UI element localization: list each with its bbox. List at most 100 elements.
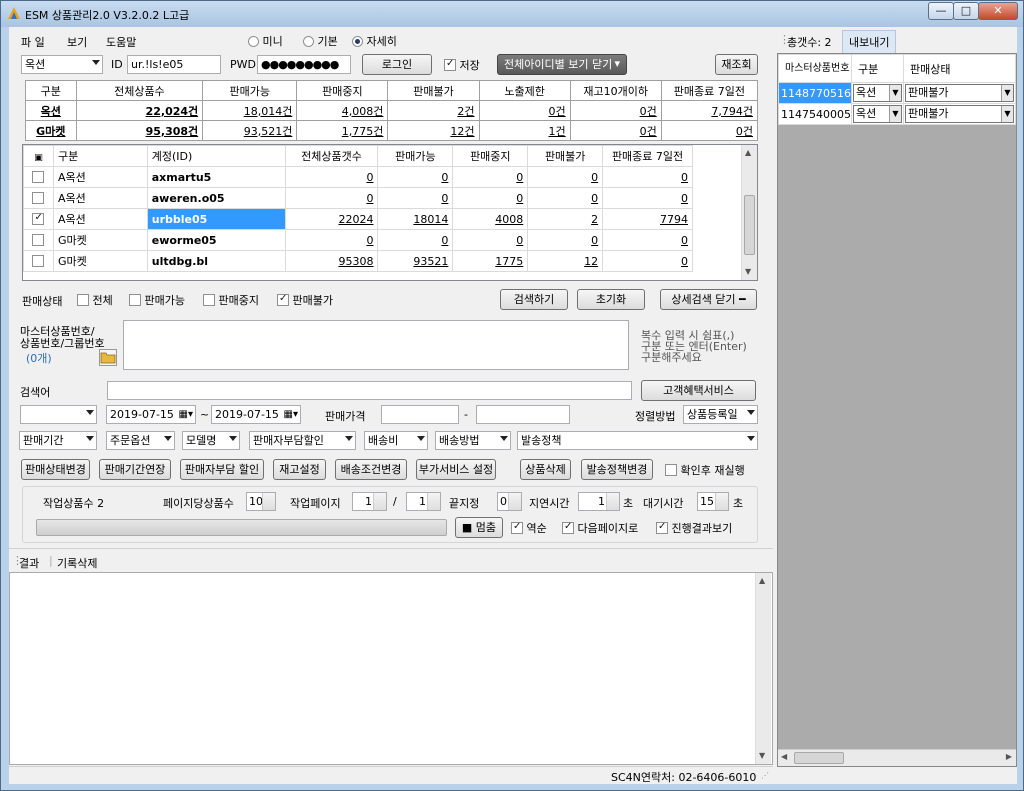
date-from-input[interactable]: 2019-07-15 ▦▾ [106, 405, 196, 424]
per-page-spinner[interactable]: 100 [246, 492, 276, 511]
account-id[interactable]: aweren.o05 [146, 187, 286, 209]
price-max-input[interactable] [476, 405, 570, 424]
scroll-thumb[interactable] [794, 752, 844, 764]
clear-log-tab[interactable]: 기록삭제 [57, 555, 97, 571]
stock-setting-button[interactable]: 재고설정 [273, 459, 326, 480]
account-ending[interactable]: 0 [602, 250, 693, 272]
right-status-cell[interactable]: 판매불가 ▼ [903, 82, 1016, 104]
account-check-cell[interactable] [23, 166, 54, 188]
summary-restricted[interactable]: 1건 [478, 120, 571, 141]
right-market-cell[interactable]: 옥션 ▼ [851, 103, 904, 125]
menu-view[interactable]: 보기 [67, 34, 87, 50]
folder-open-icon[interactable] [99, 349, 117, 366]
status-blocked[interactable]: 판매불가 [277, 292, 333, 308]
maximize-button[interactable]: □ [953, 2, 979, 20]
account-id[interactable]: axmartu5 [146, 166, 286, 188]
reset-button[interactable]: 초기화 [577, 289, 645, 310]
filter-model-name[interactable]: 모델명 [182, 431, 240, 450]
account-row[interactable]: G마켓 eworme05 0 0 0 0 0 [23, 229, 693, 251]
wait-spinner[interactable]: 15 [697, 492, 729, 511]
shipping-condition-button[interactable]: 배송조건변경 [335, 459, 407, 480]
view-mode-basic[interactable]: 기본 [303, 33, 338, 49]
account-ending[interactable]: 0 [602, 187, 693, 209]
search-button[interactable]: 검색하기 [500, 289, 568, 310]
keyword-input[interactable] [107, 381, 632, 400]
right-status-cell[interactable]: 판매불가 ▼ [903, 103, 1016, 125]
filter-shipping-method[interactable]: 배송방법 [435, 431, 511, 450]
right-row[interactable]: 1148770516 옥션 ▼ 판매불가 ▼ [778, 82, 1016, 104]
delay-spinner[interactable]: 1 [578, 492, 620, 511]
recheck-checkbox[interactable] [665, 464, 677, 476]
account-check-cell[interactable] [23, 208, 54, 230]
account-available[interactable]: 93521 [377, 250, 454, 272]
account-id[interactable]: eworme05 [146, 229, 286, 251]
filter-dispatch-policy[interactable]: 발송정책 [517, 431, 758, 450]
summary-blocked[interactable]: 2건 [387, 100, 480, 121]
chevron-down-icon[interactable]: ▼ [1001, 106, 1013, 122]
customer-benefit-button[interactable]: 고객혜택서비스 [641, 380, 756, 401]
right-hscrollbar[interactable]: ◀ ▶ [778, 749, 1016, 766]
radio-mini[interactable] [248, 36, 259, 47]
account-blocked[interactable]: 0 [527, 229, 604, 251]
save-checkbox[interactable] [444, 58, 456, 71]
summary-total[interactable]: 95,308건 [75, 120, 204, 141]
id-input[interactable]: ur.!ls!e05 [127, 55, 221, 74]
account-available[interactable]: 0 [377, 187, 454, 209]
resize-grip-icon[interactable]: ⋰ [761, 771, 769, 780]
recheck-option[interactable]: 확인후 재실행 [665, 462, 745, 478]
account-checkbox[interactable] [32, 170, 45, 183]
view-toggle-button[interactable]: 전체아이디별 보기 닫기 ▾ [497, 54, 627, 75]
account-available[interactable]: 0 [377, 229, 454, 251]
next-page-option[interactable]: 다음페이지로 [562, 520, 638, 536]
scroll-up-icon[interactable]: ▲ [759, 576, 765, 585]
result-log[interactable] [9, 572, 773, 765]
account-row[interactable]: A옥션 axmartu5 0 0 0 0 0 [23, 166, 693, 188]
account-check-cell[interactable] [23, 250, 54, 272]
date-type-select[interactable] [20, 405, 97, 424]
account-ending[interactable]: 0 [602, 229, 693, 251]
scroll-down-icon[interactable]: ▼ [759, 751, 765, 760]
summary-market[interactable]: G마켓 [25, 120, 77, 141]
account-row[interactable]: A옥션 aweren.o05 0 0 0 0 0 [23, 187, 693, 209]
summary-stopped[interactable]: 1,775건 [296, 120, 389, 141]
end-page-spinner[interactable]: 1 [406, 492, 441, 511]
price-min-input[interactable] [381, 405, 459, 424]
menu-help[interactable]: 도움말 [106, 34, 136, 50]
change-status-button[interactable]: 판매상태변경 [21, 459, 90, 480]
account-ending[interactable]: 0 [602, 166, 693, 188]
chevron-down-icon[interactable]: ▼ [889, 106, 901, 122]
account-checkbox[interactable] [32, 191, 45, 204]
scroll-right-icon[interactable]: ▶ [1006, 752, 1012, 761]
right-product-no[interactable]: 1147540005 [778, 103, 852, 125]
account-id[interactable]: ultdbg.bl [146, 250, 286, 272]
summary-low-stock[interactable]: 0건 [569, 120, 662, 141]
account-blocked[interactable]: 2 [527, 208, 604, 230]
status-available-checkbox[interactable] [129, 294, 141, 306]
summary-ending[interactable]: 0건 [660, 120, 759, 141]
right-product-no[interactable]: 1148770516 [778, 82, 852, 104]
result-scrollbar[interactable]: ▲ ▼ [755, 573, 771, 764]
filter-order-option[interactable]: 주문옵션 [106, 431, 175, 450]
detail-search-toggle[interactable]: 상세검색 닫기 ━ [660, 289, 757, 310]
account-total[interactable]: 95308 [284, 250, 379, 272]
summary-ending[interactable]: 7,794건 [660, 100, 759, 121]
reverse-option[interactable]: 역순 [511, 520, 547, 536]
sort-select[interactable]: 상품등록일 [683, 405, 758, 424]
account-stopped[interactable]: 0 [452, 229, 529, 251]
extend-period-button[interactable]: 판매기간연장 [99, 459, 171, 480]
calendar-icon[interactable]: ▦▾ [179, 408, 193, 421]
date-to-input[interactable]: 2019-07-15 ▦▾ [211, 405, 301, 424]
status-blocked-checkbox[interactable] [277, 293, 289, 306]
account-id[interactable]: urbble05 [146, 208, 286, 230]
right-row[interactable]: 1147540005 옥션 ▼ 판매불가 ▼ [778, 103, 1016, 125]
account-stopped[interactable]: 0 [452, 166, 529, 188]
scroll-left-icon[interactable]: ◀ [781, 752, 787, 761]
summary-restricted[interactable]: 0건 [478, 100, 571, 121]
seller-discount-button[interactable]: 판매자부담 할인 [180, 459, 264, 480]
account-checkbox[interactable] [32, 212, 45, 225]
end-spinner[interactable]: 0 [497, 492, 522, 511]
scroll-up-icon[interactable]: ▲ [745, 148, 751, 157]
pwd-input[interactable]: ●●●●●●●●● [257, 55, 351, 74]
scroll-thumb[interactable] [744, 195, 755, 255]
view-mode-detail[interactable]: 자세히 [352, 33, 397, 49]
